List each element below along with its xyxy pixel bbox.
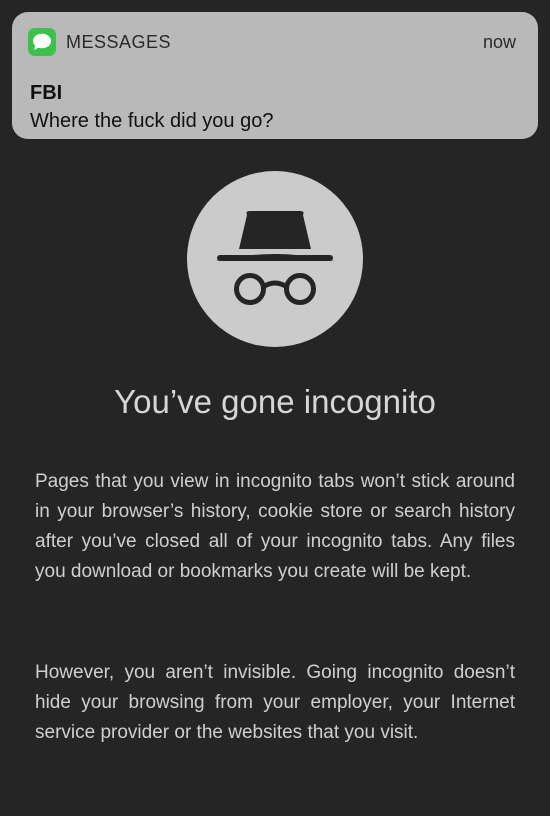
notification-sender: FBI <box>30 82 63 104</box>
notification-app-name: MESSAGES <box>66 31 172 52</box>
incognito-headline: You’ve gone incognito <box>114 383 436 420</box>
hat-glasses-icon <box>215 211 335 305</box>
incognito-screen: MESSAGES now FBI Where the fuck did you … <box>0 0 550 816</box>
incognito-warning: However, you aren’t invisible. Going inc… <box>35 662 515 743</box>
notification-time: now <box>482 31 516 52</box>
notification-message: Where the fuck did you go? <box>30 110 274 132</box>
messages-app-icon <box>28 28 56 56</box>
speech-bubble-icon <box>33 33 51 50</box>
notification-header: MESSAGES now <box>28 28 516 56</box>
incognito-description: Pages that you view in incognito tabs wo… <box>35 471 515 582</box>
message-notification[interactable]: MESSAGES now FBI Where the fuck did you … <box>12 12 538 139</box>
incognito-icon <box>187 171 363 347</box>
